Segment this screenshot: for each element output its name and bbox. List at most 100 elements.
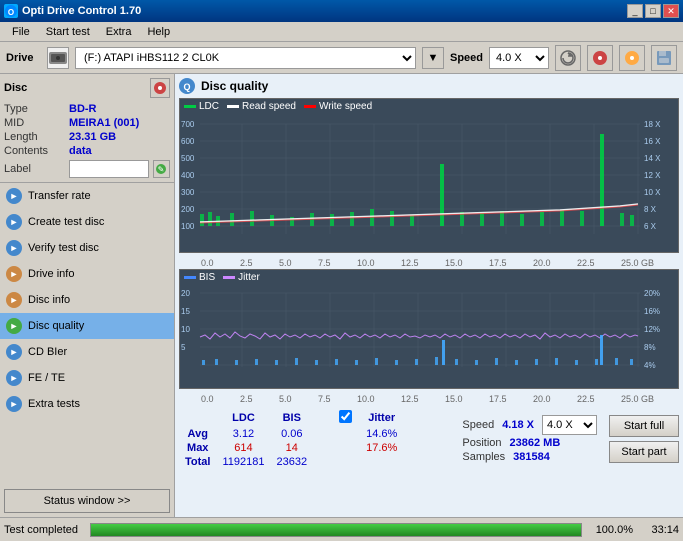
disc-section: Disc Type BD-R MID MEIRA1 (001) Length 2… [0,74,174,183]
progress-percentage: 100.0% [588,524,633,536]
svg-text:15: 15 [181,307,190,316]
menu-file[interactable]: File [4,24,38,40]
disc-quality-header-icon: Q [179,78,195,94]
nav-fe-te[interactable]: ► FE / TE [0,365,174,391]
disc2-icon-button[interactable] [619,45,645,71]
stats-row: LDC BIS Jitter Avg 3.12 0.06 14.6% [179,407,679,471]
lower-chart-legend: BIS Jitter [180,270,678,285]
samples-stat-row: Samples 381584 [462,451,597,463]
speed-dropdown[interactable]: 4.0 X [542,415,597,435]
elapsed-time: 33:14 [639,524,679,536]
read-speed-label: Read speed [242,101,296,112]
upper-chart: LDC Read speed Write speed [179,98,679,253]
nav-create-label: Create test disc [28,216,104,228]
drive-refresh-button[interactable]: ▼ [422,47,444,69]
avg-jitter: 14.6% [360,427,403,441]
nav-extra-tests[interactable]: ► Extra tests [0,391,174,417]
nav-cd-bier[interactable]: ► CD BIer [0,339,174,365]
save-icon-button[interactable] [651,45,677,71]
nav-disc-quality-icon: ► [6,318,22,334]
lower-chart: BIS Jitter [179,269,679,389]
disc-mid-row: MID MEIRA1 (001) [4,116,170,130]
nav-transfer-rate-label: Transfer rate [28,190,91,202]
nav-disc-quality-label: Disc quality [28,320,84,332]
svg-text:12 X: 12 X [644,171,661,180]
nav-disc-info[interactable]: ► Disc info [0,287,174,313]
start-full-button[interactable]: Start full [609,415,679,437]
disc-icon-button[interactable] [150,78,170,98]
legend-ldc: LDC [184,101,219,112]
right-stats: Speed 4.18 X 4.0 X Position 23862 MB Sam… [462,415,597,463]
svg-text:14 X: 14 X [644,154,661,163]
disc-type-label: Type [4,103,69,115]
read-color-swatch [227,105,239,108]
disc-label-button[interactable]: ✎ [153,160,170,178]
nav-fe-te-icon: ► [6,370,22,386]
position-stat-value: 23862 MB [510,437,561,449]
refresh-icon-button[interactable] [555,45,581,71]
content-area: Q Disc quality LDC Read speed Write spee… [175,74,683,517]
disc-header: Disc [4,78,170,98]
nav-verify-test-disc[interactable]: ► Verify test disc [0,235,174,261]
svg-text:18 X: 18 X [644,120,661,129]
drive-icon [47,47,69,69]
start-part-button[interactable]: Start part [609,441,679,463]
svg-text:5: 5 [181,343,186,352]
svg-text:4%: 4% [644,361,656,370]
col-ldc-header: LDC [216,409,270,427]
max-bis: 14 [270,441,313,455]
samples-stat-value: 381584 [513,451,550,463]
drive-label: Drive [6,52,41,64]
nav-drive-info[interactable]: ► Drive info [0,261,174,287]
nav-fe-te-label: FE / TE [28,372,65,384]
svg-text:12%: 12% [644,325,660,334]
menu-extra[interactable]: Extra [98,24,140,40]
samples-stat-label: Samples [462,451,505,463]
ldc-label: LDC [199,101,219,112]
jitter-header: Jitter [360,409,403,427]
app-title: Opti Drive Control 1.70 [22,5,141,17]
svg-text:100: 100 [181,222,195,231]
svg-text:16 X: 16 X [644,137,661,146]
speed-select[interactable]: 4.0 X [489,47,549,69]
disc-label-row: Label ✎ [4,160,170,178]
app-icon: O [4,4,18,18]
main-area: Disc Type BD-R MID MEIRA1 (001) Length 2… [0,74,683,517]
position-stat-row: Position 23862 MB [462,437,597,449]
nav-create-test-disc[interactable]: ► Create test disc [0,209,174,235]
svg-text:O: O [8,8,14,17]
stats-table: LDC BIS Jitter Avg 3.12 0.06 14.6% [179,409,403,469]
col-bis-header: BIS [270,409,313,427]
nav-disc-quality[interactable]: ► Disc quality [0,313,174,339]
max-label: Max [179,441,216,455]
status-text: Test completed [4,524,84,536]
nav-disc-info-label: Disc info [28,294,70,306]
disc-icon-button[interactable] [587,45,613,71]
maximize-button[interactable]: □ [645,4,661,18]
bis-color-swatch [184,276,196,279]
write-speed-label: Write speed [319,101,372,112]
nav-extra-label: Extra tests [28,398,80,410]
lower-chart-svg: 20% 16% 12% 8% 4% 20 15 10 5 [180,285,670,375]
progress-bar-container [90,523,582,537]
disc-type-row: Type BD-R [4,102,170,116]
nav-drive-info-label: Drive info [28,268,74,280]
close-button[interactable]: ✕ [663,4,679,18]
status-window-button[interactable]: Status window >> [4,489,170,513]
svg-text:300: 300 [181,188,195,197]
svg-text:10 X: 10 X [644,188,661,197]
lower-chart-xaxis: 0.0 2.5 5.0 7.5 10.0 12.5 15.0 17.5 20.0… [179,393,679,405]
menu-start-test[interactable]: Start test [38,24,98,40]
nav-transfer-rate[interactable]: ► Transfer rate [0,183,174,209]
disc-contents-value: data [69,145,92,157]
avg-bis: 0.06 [270,427,313,441]
svg-text:20: 20 [181,289,190,298]
disc-label-input[interactable] [69,160,149,178]
jitter-checkbox[interactable] [339,410,352,423]
minimize-button[interactable]: _ [627,4,643,18]
svg-text:6 X: 6 X [644,222,657,231]
progress-bar [91,524,581,536]
upper-chart-svg: 18 X 16 X 14 X 12 X 10 X 8 X 6 X 700 600… [180,114,670,244]
menu-help[interactable]: Help [139,24,178,40]
drive-select[interactable]: (F:) ATAPI iHBS112 2 CL0K [75,47,416,69]
